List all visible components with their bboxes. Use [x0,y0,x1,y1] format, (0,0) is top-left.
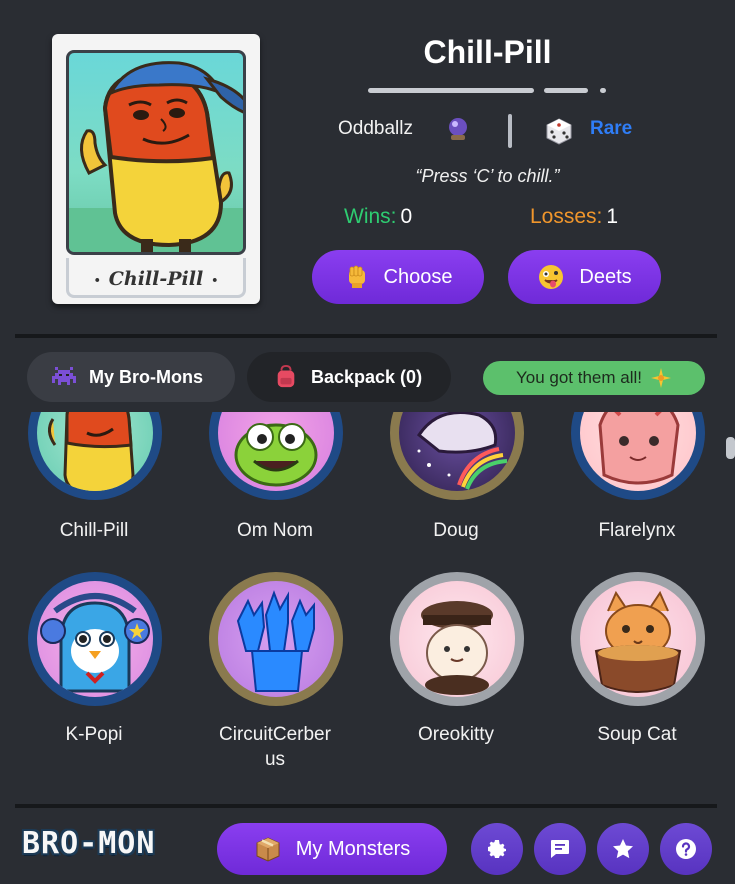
deets-button[interactable]: Deets [508,250,661,304]
monster-avatar [28,412,162,500]
star-icon [613,839,633,859]
collection-complete-text: You got them all! [515,368,642,387]
monster-meta-row: Oddballz Rare [338,114,638,148]
monster-avatar [390,572,524,706]
monster-avatar [571,412,705,500]
monster-name: Doug [433,520,479,541]
monster-avatar [209,572,343,706]
monster-name: K-Popi [65,724,123,745]
space-invader-icon [52,367,76,385]
losses-label: Losses: [530,205,603,228]
package-box-icon [256,837,280,862]
chill-pill-illustration [80,61,243,252]
monster-card-art [66,50,246,255]
monster-name-line-1: CircuitCerber [219,724,331,745]
tab-my-bromons[interactable]: My Bro-Mons [27,352,235,402]
sparkle-star-icon [651,368,671,388]
footer-divider [15,804,717,808]
deets-button-label: Deets [579,265,632,288]
favorites-button[interactable] [597,823,649,875]
bromon-logo: BRO-MON [22,826,192,866]
gear-icon [488,840,506,858]
monster-name: Flarelynx [598,520,676,541]
collection-complete-badge: You got them all! [483,361,705,395]
crystal-ball-icon [449,118,467,140]
artist-name: Oddballz [338,118,413,139]
monster-tagline: “Press ‘C’ to chill.” [415,166,560,186]
tab-my-bromons-label: My Bro-Mons [89,366,203,387]
wins-stat: Wins: 0 [344,205,412,229]
monster-name-title: Chill-Pill [423,34,552,70]
monster-avatar [390,412,524,500]
monster-name-line-2: us [264,749,286,770]
raised-fist-icon [348,265,365,288]
monster-card-caption: Chill-Pill [52,268,260,290]
monster-name: Oreokitty [417,724,495,745]
backpack-icon [277,365,295,388]
tab-backpack-label: Backpack (0) [311,366,423,387]
losses-value: 1 [606,205,619,228]
featured-monster-panel: Chill-Pill Chill-Pill Oddballz Rare “Pre… [0,0,735,334]
bromon-logo-text: BRO-MON [22,826,156,861]
win-loss-stats: Wins: 0 Losses: 1 [344,205,644,235]
rarity-label: Rare [590,118,633,139]
monster-avatar [209,412,343,500]
chat-icon [551,840,569,858]
monster-name: Om Nom [237,520,313,541]
scrollbar-thumb[interactable] [726,437,735,459]
monster-avatar [28,572,162,706]
wins-value: 0 [400,205,413,228]
section-divider [15,334,717,338]
wins-label: Wins: [344,205,397,228]
my-monsters-label: My Monsters [295,837,411,860]
help-icon [676,839,696,859]
choose-button-label: Choose [383,265,453,288]
monster-grid: Chill-Pill Om Nom Doug Flarelynx K-Popi … [0,412,735,802]
tab-backpack[interactable]: Backpack (0) [247,352,451,402]
help-button[interactable] [660,823,712,875]
losses-stat: Losses: 1 [530,205,618,229]
meta-divider [508,114,512,148]
title-underline [368,88,608,94]
monster-name: Soup Cat [597,724,677,745]
monster-name: Chill-Pill [59,520,129,541]
dice-icon [546,118,572,145]
monster-avatar [571,572,705,706]
monster-card: Chill-Pill [52,34,260,304]
zany-face-icon [539,265,564,289]
choose-button[interactable]: Choose [312,250,484,304]
my-monsters-button[interactable]: My Monsters [217,823,447,875]
chat-button[interactable] [534,823,586,875]
settings-button[interactable] [471,823,523,875]
